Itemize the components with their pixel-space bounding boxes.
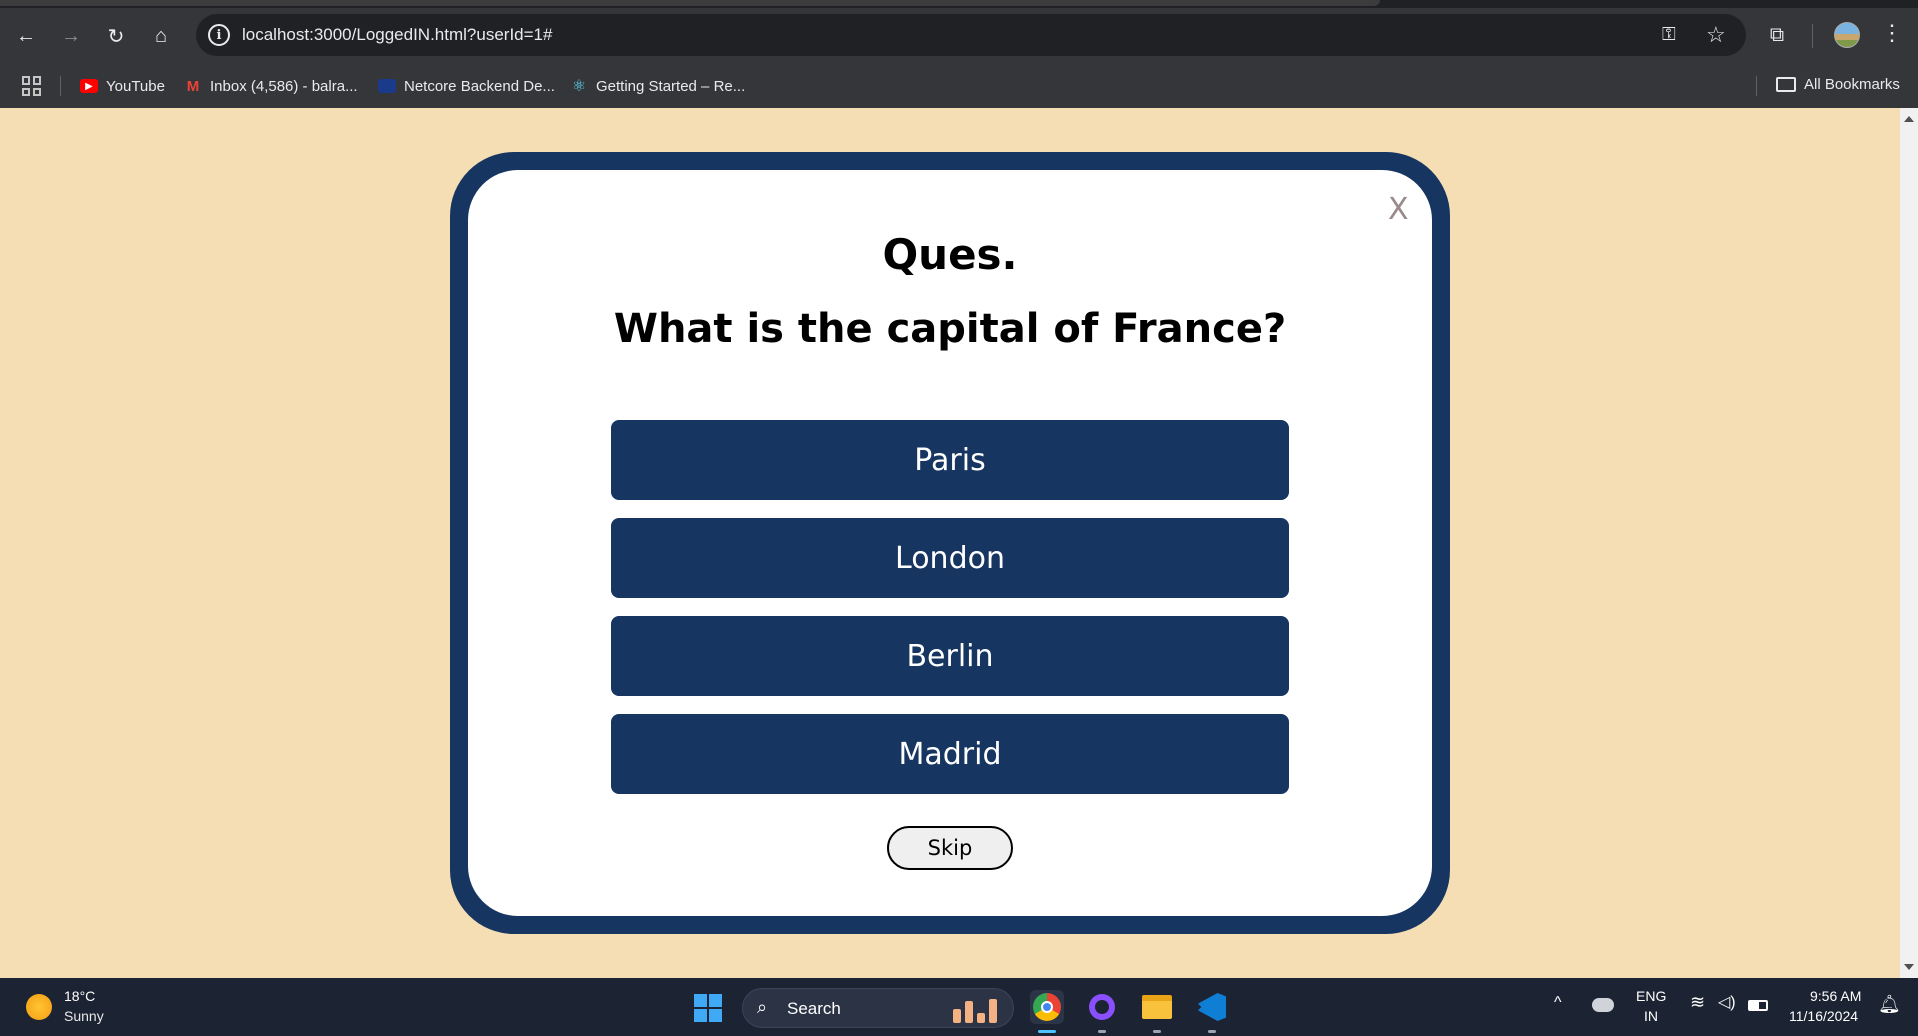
notification-bell-icon[interactable]: 🔔︎	[1878, 994, 1901, 1015]
search-icon: ⌕	[757, 997, 768, 1017]
sun-icon[interactable]	[26, 994, 52, 1020]
gmail-icon: M	[186, 77, 200, 95]
reload-icon[interactable]: ↻	[100, 20, 132, 52]
url-text[interactable]: localhost:3000/LoggedIN.html?userId=1#	[242, 25, 552, 45]
page-viewport: X Ques. What is the capital of France? P…	[0, 108, 1900, 978]
clock-time[interactable]: 9:56 AM	[1810, 988, 1861, 1004]
password-key-icon[interactable]: ⚿	[1662, 24, 1676, 45]
option-button[interactable]: London	[611, 518, 1289, 598]
bookmark-youtube[interactable]: ▶ YouTube	[80, 76, 165, 96]
bookmarks-separator	[1756, 76, 1757, 96]
skip-button[interactable]: Skip	[887, 826, 1013, 870]
question-text: What is the capital of France?	[613, 306, 1287, 352]
language-indicator[interactable]: ENG	[1636, 988, 1666, 1004]
taskbar-search[interactable]: ⌕ Search	[742, 988, 1014, 1028]
question-heading: Ques.	[882, 230, 1018, 279]
youtube-icon: ▶	[80, 79, 98, 93]
github-desktop-icon[interactable]	[1085, 990, 1119, 1024]
search-highlight-art	[953, 995, 1005, 1023]
kebab-menu-icon[interactable]: ⋮	[1880, 20, 1904, 46]
extensions-icon[interactable]: ⧉	[1764, 22, 1790, 48]
answer-options: Paris London Berlin Madrid	[611, 420, 1289, 812]
quiz-card-border: X Ques. What is the capital of France? P…	[450, 152, 1450, 934]
forward-arrow-icon[interactable]: →	[55, 20, 87, 52]
weather-temperature[interactable]: 18°C	[64, 988, 95, 1004]
tab-strip	[0, 0, 1918, 8]
onedrive-icon[interactable]	[1592, 998, 1614, 1012]
volume-icon[interactable]: ◁)	[1718, 992, 1736, 1012]
windows-start-icon[interactable]	[694, 994, 722, 1022]
battery-icon[interactable]	[1748, 1000, 1768, 1011]
netcore-icon	[378, 79, 396, 93]
react-icon: ⚛	[571, 78, 587, 95]
chrome-icon[interactable]	[1030, 990, 1064, 1024]
vscode-icon[interactable]	[1195, 990, 1229, 1024]
wifi-icon[interactable]: ≋	[1690, 992, 1705, 1013]
bookmark-netcore[interactable]: Netcore Backend De...	[378, 76, 555, 96]
bookmark-label: Getting Started – Re...	[596, 77, 746, 95]
clock-date[interactable]: 11/16/2024	[1789, 1008, 1858, 1024]
address-bar[interactable]: i localhost:3000/LoggedIN.html?userId=1#…	[196, 14, 1746, 56]
file-explorer-icon[interactable]	[1140, 990, 1174, 1024]
all-bookmarks-label: All Bookmarks	[1804, 76, 1900, 93]
windows-taskbar: 18°C Sunny ⌕ Search ^ ENG IN ≋ ◁) 9:56 A…	[0, 978, 1918, 1036]
app-indicator	[1153, 1030, 1161, 1033]
home-icon[interactable]: ⌂	[145, 20, 177, 52]
chevron-up-icon[interactable]: ^	[1554, 994, 1562, 1012]
scroll-up-icon[interactable]	[1904, 116, 1914, 122]
quiz-card: X Ques. What is the capital of France? P…	[468, 170, 1432, 916]
page-scrollbar[interactable]	[1900, 108, 1918, 978]
bookmarks-bar: ▶ YouTube M Inbox (4,586) - balra... Net…	[0, 64, 1918, 108]
option-button[interactable]: Madrid	[611, 714, 1289, 794]
back-arrow-icon[interactable]: ←	[10, 20, 42, 52]
app-indicator	[1208, 1030, 1216, 1033]
site-info-icon[interactable]: i	[208, 24, 230, 46]
active-app-indicator	[1038, 1030, 1056, 1033]
weather-condition[interactable]: Sunny	[64, 1008, 104, 1024]
bookmark-label: YouTube	[106, 77, 165, 95]
option-button[interactable]: Paris	[611, 420, 1289, 500]
bookmark-gmail[interactable]: M Inbox (4,586) - balra...	[184, 76, 358, 96]
profile-avatar[interactable]	[1834, 22, 1860, 48]
bookmark-react[interactable]: ⚛ Getting Started – Re...	[570, 76, 745, 96]
apps-grid-icon[interactable]	[22, 76, 42, 96]
region-indicator[interactable]: IN	[1644, 1008, 1658, 1024]
bookmark-label: Netcore Backend De...	[404, 77, 555, 95]
option-button[interactable]: Berlin	[611, 616, 1289, 696]
browser-toolbar: ← → ↻ ⌂ i localhost:3000/LoggedIN.html?u…	[0, 8, 1918, 64]
scroll-down-icon[interactable]	[1904, 964, 1914, 970]
bookmark-label: Inbox (4,586) - balra...	[210, 77, 358, 95]
app-indicator	[1098, 1030, 1106, 1033]
search-label: Search	[787, 999, 841, 1018]
bookmarks-separator	[60, 76, 61, 96]
toolbar-divider	[1812, 24, 1813, 48]
close-icon[interactable]: X	[1388, 192, 1409, 227]
all-bookmarks-button[interactable]: All Bookmarks	[1776, 76, 1900, 93]
folder-icon	[1776, 77, 1796, 92]
bookmark-star-icon[interactable]: ☆	[1706, 22, 1726, 48]
active-tab[interactable]	[0, 0, 1380, 6]
